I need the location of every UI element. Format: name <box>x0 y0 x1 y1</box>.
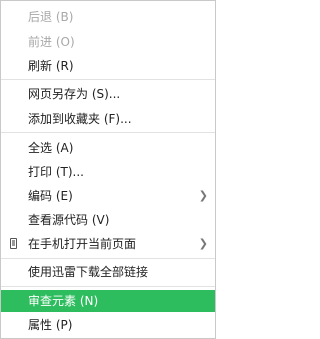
menu-item-encoding[interactable]: 编码 (E) ❯ <box>1 185 215 207</box>
menu-item-print[interactable]: 打印 (T)... <box>1 161 215 183</box>
menu-separator <box>1 79 215 80</box>
menu-item-forward: 前进 (O) <box>28 35 75 49</box>
menu-item-download-all-links[interactable]: 使用迅雷下载全部链接 <box>1 261 215 283</box>
phone-icon <box>10 238 17 249</box>
menu-item-inspect-element[interactable]: 审查元素 (N) <box>1 290 215 312</box>
menu-item-open-on-phone-label: 在手机打开当前页面 <box>28 237 137 251</box>
menu-item-save-as[interactable]: 网页另存为 (S)... <box>1 83 215 105</box>
menu-item-open-on-phone[interactable]: 在手机打开当前页面 ❯ <box>1 233 215 255</box>
chevron-right-icon: ❯ <box>198 189 208 202</box>
menu-separator <box>1 132 215 133</box>
menu-item-refresh[interactable]: 刷新 (R) <box>1 55 215 77</box>
menu-separator <box>1 286 215 287</box>
menu-separator <box>1 258 215 259</box>
context-menu: 后退 (B) 前进 (O) 刷新 (R) 网页另存为 (S)... 添加到收藏夹… <box>0 0 216 339</box>
menu-item-back: 后退 (B) <box>28 10 74 24</box>
menu-item-add-favorite[interactable]: 添加到收藏夹 (F)... <box>1 108 215 130</box>
menu-item-properties[interactable]: 属性 (P) <box>1 314 215 336</box>
menu-item-encoding-label: 编码 (E) <box>28 189 73 203</box>
menu-item-view-source[interactable]: 查看源代码 (V) <box>1 209 215 231</box>
chevron-right-icon: ❯ <box>198 237 208 250</box>
menu-item-select-all[interactable]: 全选 (A) <box>1 137 215 159</box>
